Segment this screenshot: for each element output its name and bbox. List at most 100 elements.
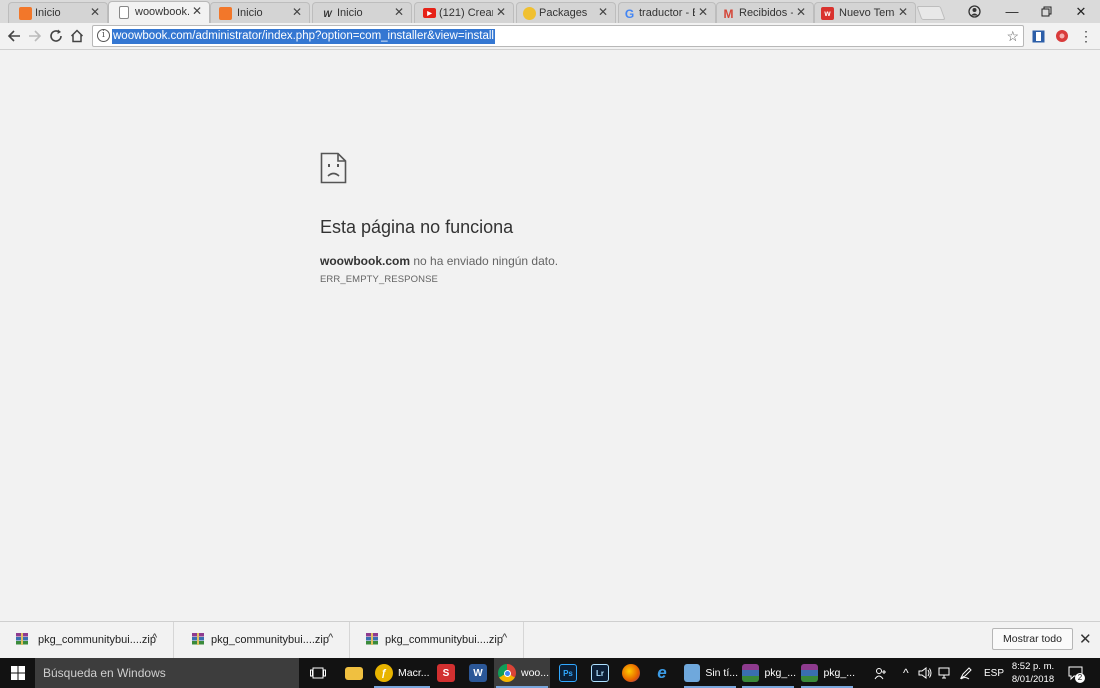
chevron-up-icon[interactable]: ^	[502, 632, 507, 644]
tab-strip: Inicio ✕ woowbook.co ✕ Inicio ✕ W Inicio…	[0, 0, 1100, 23]
download-item[interactable]: pkg_communitybui....zip ^	[0, 622, 174, 659]
language-indicator[interactable]: ESP	[984, 658, 1004, 688]
tab-inicio-3[interactable]: W Inicio ✕	[312, 2, 412, 23]
taskbar-app-label: Macr...	[398, 667, 430, 679]
gmail-icon: M	[723, 6, 734, 21]
back-button[interactable]	[4, 26, 24, 46]
browser-toolbar: i woowbook.com/administrator/index.php?o…	[0, 23, 1100, 50]
people-icon[interactable]	[874, 658, 888, 688]
reload-button[interactable]	[46, 26, 66, 46]
winrar-icon	[366, 633, 378, 645]
file-explorer-button[interactable]	[344, 658, 364, 688]
close-icon[interactable]: ✕	[393, 6, 405, 18]
taskbar-app-sketchup[interactable]: S	[436, 658, 456, 688]
home-button[interactable]	[67, 26, 87, 46]
windows-icon	[10, 666, 25, 680]
chevron-up-icon[interactable]: ^	[328, 632, 333, 644]
taskbar-app-label: pkg_...	[764, 667, 796, 679]
download-item[interactable]: pkg_communitybui....zip ^	[176, 622, 350, 659]
taskbar-clock[interactable]: 8:52 p. m. 8/01/2018	[1008, 660, 1058, 686]
clock-time: 8:52 p. m.	[1011, 661, 1055, 672]
page-icon	[119, 6, 129, 19]
new-tab-button[interactable]	[916, 6, 946, 20]
close-shelf-icon[interactable]: ✕	[1079, 630, 1092, 648]
tab-title: Nuevo Tema	[839, 7, 895, 19]
tab-title: woowbook.co	[135, 6, 189, 18]
download-filename: pkg_communitybui....zip	[211, 634, 329, 646]
sketchup-icon: S	[437, 664, 455, 682]
close-icon[interactable]: ✕	[191, 5, 203, 17]
taskbar-search-input[interactable]: Búsqueda en Windows	[35, 658, 299, 688]
restore-button[interactable]	[1029, 0, 1063, 23]
error-description: woowbook.com no ha enviado ningún dato.	[320, 254, 820, 268]
close-icon[interactable]: ✕	[597, 6, 609, 18]
volume-icon[interactable]	[918, 658, 932, 688]
minimize-button[interactable]: —	[995, 0, 1029, 23]
taskbar-app-photoshop[interactable]: Ps	[558, 658, 578, 688]
close-icon[interactable]: ✕	[291, 6, 303, 18]
extension-icon[interactable]	[1054, 28, 1070, 44]
tab-title: Recibidos - c	[739, 7, 793, 19]
profile-icon[interactable]	[957, 0, 991, 23]
tab-inicio-1[interactable]: Inicio ✕	[8, 2, 108, 23]
show-all-downloads-button[interactable]: Mostrar todo	[992, 628, 1073, 650]
winrar-icon	[801, 664, 819, 682]
google-icon: G	[624, 6, 635, 21]
close-icon[interactable]: ✕	[795, 6, 807, 18]
pen-icon[interactable]	[959, 658, 973, 688]
close-window-button[interactable]: ✕	[1064, 0, 1098, 23]
address-bar[interactable]: i woowbook.com/administrator/index.php?o…	[92, 25, 1024, 47]
taskbar-app-word[interactable]: W	[468, 658, 488, 688]
tab-title: traductor - B	[639, 7, 695, 19]
notification-count-badge: 2	[1075, 673, 1085, 683]
tab-youtube[interactable]: ▶ (121) Crear c ✕	[414, 2, 514, 23]
taskbar-app-edge[interactable]: e	[652, 658, 672, 688]
download-item[interactable]: pkg_communitybui....zip ^	[350, 622, 524, 659]
error-title: Esta página no funciona	[320, 217, 514, 237]
bookmark-star-icon[interactable]: ☆	[1006, 28, 1019, 45]
taskbar-app-lightroom[interactable]: Lr	[590, 658, 610, 688]
taskbar-app-notepad[interactable]: Sin tí...	[682, 658, 738, 688]
winrar-icon	[16, 633, 28, 645]
packages-icon	[523, 7, 536, 20]
photoshop-icon: Ps	[559, 664, 577, 682]
download-filename: pkg_communitybui....zip	[385, 634, 503, 646]
winrar-icon	[192, 633, 204, 645]
taskbar-app-chrome[interactable]: woo...	[494, 658, 550, 688]
youtube-icon: ▶	[423, 8, 436, 18]
menu-icon[interactable]: ⋮	[1078, 28, 1094, 44]
chevron-up-icon[interactable]: ^	[152, 632, 157, 644]
forward-button[interactable]	[25, 26, 45, 46]
tab-woowbook[interactable]: woowbook.co ✕	[108, 1, 210, 23]
start-button[interactable]	[0, 658, 35, 688]
windows-taskbar: Búsqueda en Windows ƒ Macr... S W woo...…	[0, 658, 1100, 688]
show-hidden-icons-chevron-icon[interactable]: ^	[903, 658, 909, 688]
firefox-icon	[622, 664, 640, 682]
tab-inicio-2[interactable]: Inicio ✕	[210, 2, 310, 23]
taskbar-app-firefox[interactable]	[621, 658, 641, 688]
bookmark-extension-icon[interactable]	[1030, 28, 1046, 44]
taskbar-app-winrar-2[interactable]: pkg_...	[799, 658, 855, 688]
url-text[interactable]: woowbook.com/administrator/index.php?opt…	[112, 29, 495, 44]
close-icon[interactable]: ✕	[697, 6, 709, 18]
error-message: no ha enviado ningún dato.	[410, 254, 559, 268]
folder-icon	[345, 666, 363, 680]
tab-traductor[interactable]: G traductor - B ✕	[618, 2, 716, 23]
tab-gmail[interactable]: M Recibidos - c ✕	[716, 2, 814, 23]
word-icon: W	[469, 664, 487, 682]
task-view-icon	[310, 667, 326, 679]
tab-packages[interactable]: Packages ✕	[516, 2, 616, 23]
close-icon[interactable]: ✕	[89, 6, 101, 18]
tab-title: Inicio	[337, 7, 363, 19]
error-host: woowbook.com	[320, 254, 410, 268]
taskbar-app-winrar-1[interactable]: pkg_...	[740, 658, 796, 688]
close-icon[interactable]: ✕	[897, 6, 909, 18]
taskbar-app-macromedia[interactable]: ƒ Macr...	[372, 658, 432, 688]
tab-nuevo-tema[interactable]: w Nuevo Tema ✕	[814, 2, 916, 23]
action-center-button[interactable]: 2	[1068, 658, 1085, 688]
close-icon[interactable]: ✕	[495, 6, 507, 18]
network-icon[interactable]	[938, 658, 952, 688]
clock-date: 8/01/2018	[1011, 674, 1055, 685]
task-view-button[interactable]	[308, 658, 328, 688]
info-icon[interactable]: i	[97, 29, 110, 42]
